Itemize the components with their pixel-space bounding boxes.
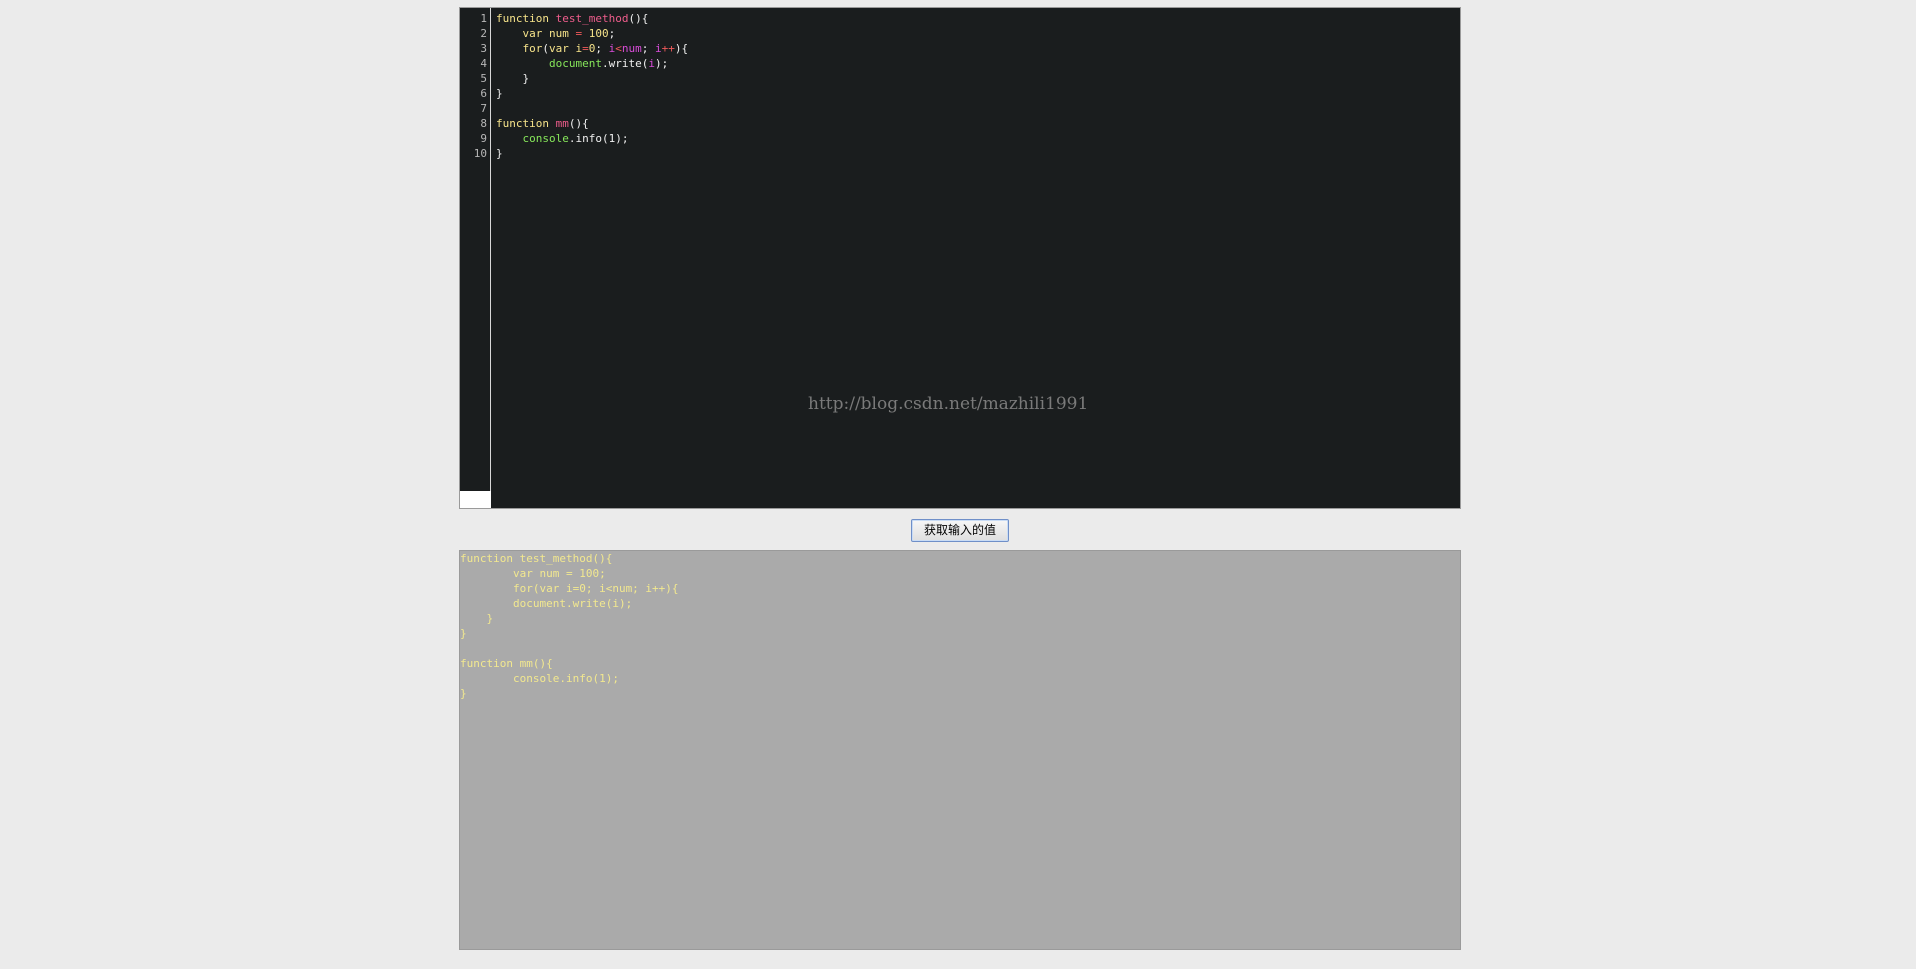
code-token: mm: [555, 117, 569, 130]
get-input-value-button[interactable]: 获取输入的值: [911, 519, 1009, 542]
output-line: function test_method(){: [460, 552, 613, 565]
code-token: 100: [588, 27, 609, 40]
code-line: console.info(1);: [496, 131, 629, 146]
code-line: function mm(){: [496, 116, 589, 131]
code-token: <: [615, 42, 622, 55]
watermark: http://blog.csdn.net/mazhili1991: [808, 394, 1089, 414]
gutter-corner: [460, 491, 491, 508]
output-line: console.info(1);: [460, 672, 619, 685]
line-number: 6: [480, 87, 487, 100]
code-token: var: [496, 27, 549, 40]
line-number: 5: [480, 72, 487, 85]
line-number: 1: [480, 12, 487, 25]
code-token: );: [654, 57, 669, 70]
code-token: (){: [628, 12, 649, 25]
line-number: 2: [480, 27, 487, 40]
output-line: }: [460, 627, 467, 640]
output-line: for(var i=0; i<num; i++){: [460, 582, 679, 595]
code-token: .info(1);: [568, 132, 629, 145]
code-token: function: [496, 12, 556, 25]
line-number: 4: [480, 57, 487, 70]
code-token: =: [582, 42, 589, 55]
code-token: ;: [608, 27, 616, 40]
output-line: function mm(){: [460, 657, 553, 670]
code-editor[interactable]: 1 2 3 4 5 6 7 8 9 10 function test_method(){ var …: [459, 7, 1461, 509]
code-line: }: [496, 71, 529, 86]
code-token: =: [568, 27, 589, 40]
code-token: ){: [674, 42, 689, 55]
code-token: i: [648, 57, 655, 70]
code-token: test_method: [555, 12, 629, 25]
line-number-gutter: 1 2 3 4 5 6 7 8 9 10: [460, 8, 491, 508]
code-token: }: [496, 87, 503, 100]
code-line: }: [496, 146, 503, 161]
code-token: num: [621, 42, 642, 55]
code-token: ;: [641, 42, 655, 55]
output-line: }: [460, 687, 467, 700]
page: 1 2 3 4 5 6 7 8 9 10 function test_method(){ var …: [0, 0, 1916, 969]
code-token: ++: [661, 42, 675, 55]
code-token: }: [496, 147, 503, 160]
output-line: }: [460, 612, 494, 625]
code-token: var: [548, 42, 576, 55]
line-number: 9: [480, 132, 487, 145]
code-line: }: [496, 86, 503, 101]
output-textarea[interactable]: function test_method(){ var num = 100; f…: [459, 550, 1461, 950]
code-token: for: [496, 42, 543, 55]
code-token: (){: [568, 117, 589, 130]
code-token: function: [496, 117, 556, 130]
code-line: function test_method(){: [496, 11, 648, 26]
code-line: for(var i=0; i<num; i++){: [496, 41, 688, 56]
code-line: var num = 100;: [496, 26, 615, 41]
code-token: num: [548, 27, 569, 40]
code-token: console: [522, 132, 569, 145]
code-token: i: [654, 42, 662, 55]
line-number: 10: [473, 147, 487, 160]
line-number: 3: [480, 42, 487, 55]
code-token: ;: [595, 42, 609, 55]
line-number: 8: [480, 117, 487, 130]
code-line: document.write(i);: [496, 56, 668, 71]
code-token: .write(: [601, 57, 649, 70]
line-number: 7: [480, 102, 487, 115]
code-token: }: [496, 72, 530, 85]
output-line: document.write(i);: [460, 597, 633, 610]
code-token: document: [548, 57, 602, 70]
code-token: (: [542, 42, 549, 55]
output-line: var num = 100;: [460, 567, 606, 580]
